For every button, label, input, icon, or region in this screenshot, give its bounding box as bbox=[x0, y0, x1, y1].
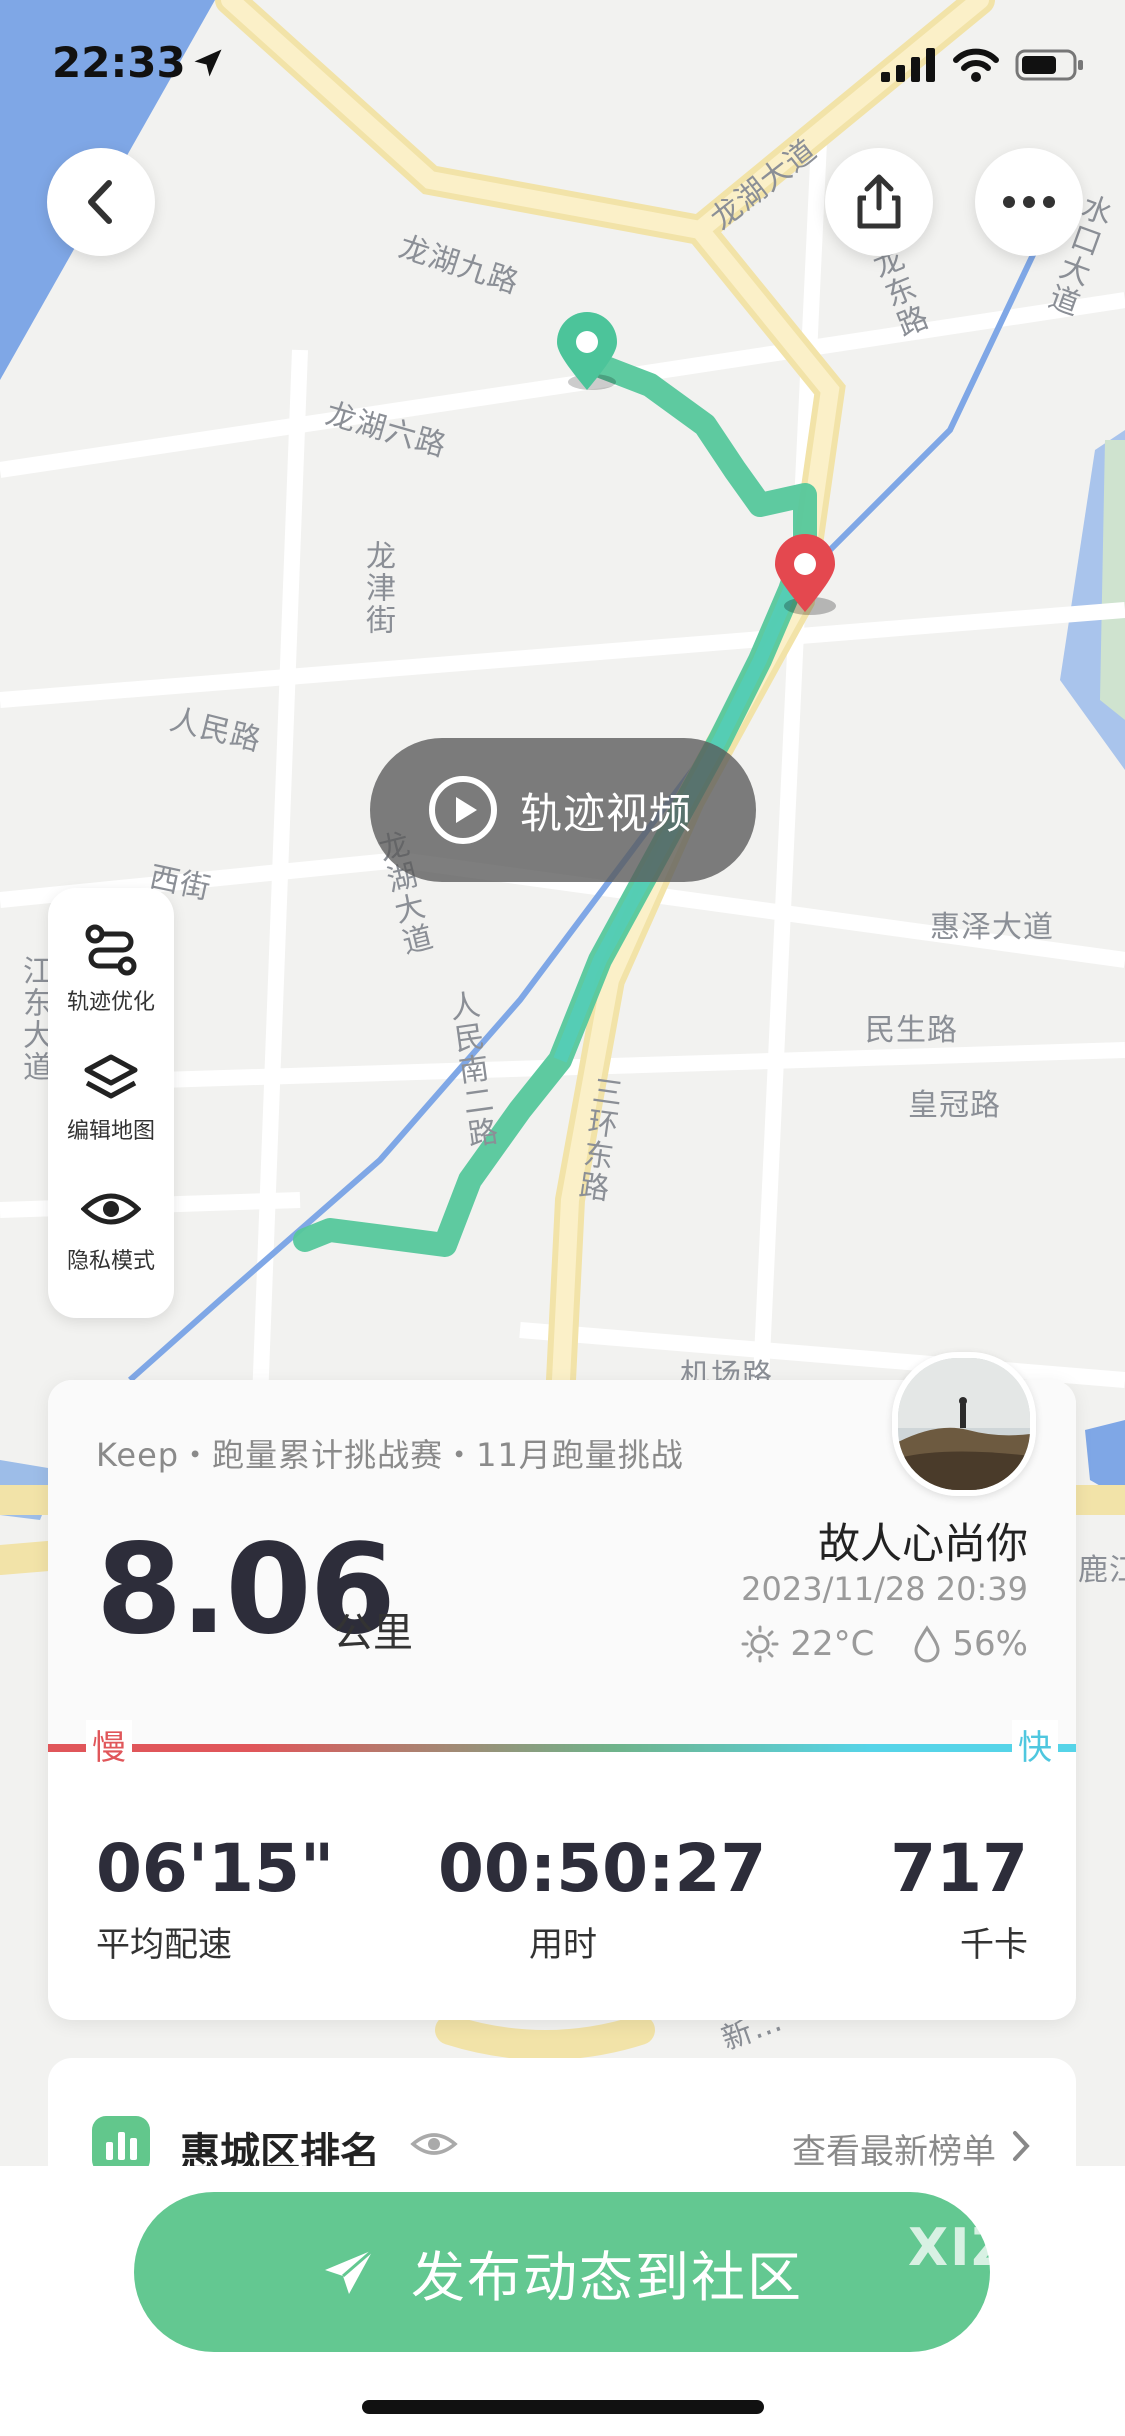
chevron-right-icon bbox=[1010, 2128, 1032, 2168]
map-label: 鹿江 bbox=[1078, 1553, 1125, 1588]
share-icon bbox=[857, 174, 901, 229]
watermark-logo: XIZI bbox=[908, 2218, 1033, 2278]
signal-icon bbox=[881, 48, 937, 86]
duration-stat: 00:50:27 用时 bbox=[438, 1830, 767, 1966]
map-tools-panel: 轨迹优化 编辑地图 隐私模式 bbox=[48, 888, 174, 1318]
stat-value: 00:50:27 bbox=[438, 1830, 767, 1907]
send-icon bbox=[325, 2248, 374, 2294]
share-button[interactable] bbox=[825, 148, 933, 256]
stat-value: 717 bbox=[890, 1830, 1028, 1907]
stat-label: 平均配速 bbox=[96, 1925, 232, 1965]
map-label: 皇冠路 bbox=[908, 1088, 1001, 1123]
tool-label: 隐私模式 bbox=[66, 1249, 155, 1274]
eye-icon[interactable] bbox=[410, 2128, 458, 2164]
stat-label: 千卡 bbox=[960, 1925, 1028, 1965]
more-dots-icon bbox=[1003, 196, 1055, 208]
route-icon bbox=[85, 924, 137, 976]
username[interactable]: 故人心尚你 bbox=[818, 1510, 1028, 1571]
temperature: 22°C bbox=[790, 1624, 875, 1664]
map-label: 惠泽大道 bbox=[930, 910, 1054, 945]
avg-pace-stat: 06'15" 平均配速 bbox=[96, 1830, 334, 1966]
play-icon bbox=[429, 776, 497, 844]
chevron-left-icon bbox=[88, 180, 112, 224]
map-label: 民生路 bbox=[865, 1013, 958, 1048]
route-optimize-button[interactable]: 轨迹优化 bbox=[48, 924, 174, 1016]
edit-map-button[interactable]: 编辑地图 bbox=[48, 1053, 174, 1145]
challenge-text[interactable]: Keep・跑量累计挑战赛・11月跑量挑战 bbox=[96, 1430, 684, 1476]
track-video-button[interactable]: 轨迹视频 bbox=[370, 738, 756, 882]
tool-label: 编辑地图 bbox=[66, 1119, 155, 1144]
start-pin-icon bbox=[552, 310, 622, 404]
battery-icon bbox=[1015, 48, 1085, 86]
slow-label: 慢 bbox=[86, 1720, 132, 1769]
workout-datetime: 2023/11/28 20:39 bbox=[741, 1570, 1028, 1608]
location-arrow-icon bbox=[190, 45, 226, 85]
back-button[interactable] bbox=[47, 148, 155, 256]
pace-gradient-bar bbox=[48, 1744, 1076, 1752]
fast-label: 快 bbox=[1012, 1720, 1058, 1769]
sun-icon bbox=[741, 1625, 779, 1663]
eye-icon bbox=[81, 1193, 141, 1225]
stat-value: 06'15" bbox=[96, 1830, 335, 1907]
status-time: 22:33 bbox=[52, 38, 186, 87]
stat-label: 用时 bbox=[529, 1925, 597, 1965]
publish-to-community-button[interactable]: 发布动态到社区 bbox=[134, 2192, 990, 2352]
wifi-icon bbox=[953, 48, 999, 86]
map-label: 龙津街 bbox=[360, 540, 395, 636]
layers-icon bbox=[84, 1054, 138, 1099]
publish-label: 发布动态到社区 bbox=[411, 2245, 803, 2309]
weather-info: 22°C 56% bbox=[740, 1624, 1028, 1664]
home-indicator bbox=[362, 2400, 764, 2414]
calories-stat: 717 千卡 bbox=[890, 1830, 1028, 1966]
distance-unit: 公里 bbox=[333, 1610, 413, 1656]
privacy-mode-button[interactable]: 隐私模式 bbox=[48, 1183, 174, 1275]
tool-label: 轨迹优化 bbox=[66, 990, 155, 1015]
humidity-drop-icon bbox=[914, 1625, 940, 1663]
avatar[interactable] bbox=[892, 1352, 1036, 1496]
end-pin-icon bbox=[770, 530, 840, 624]
track-video-label: 轨迹视频 bbox=[520, 788, 693, 838]
humidity: 56% bbox=[952, 1624, 1028, 1664]
status-bar: 22:33 bbox=[0, 0, 1125, 130]
more-button[interactable] bbox=[975, 148, 1083, 256]
